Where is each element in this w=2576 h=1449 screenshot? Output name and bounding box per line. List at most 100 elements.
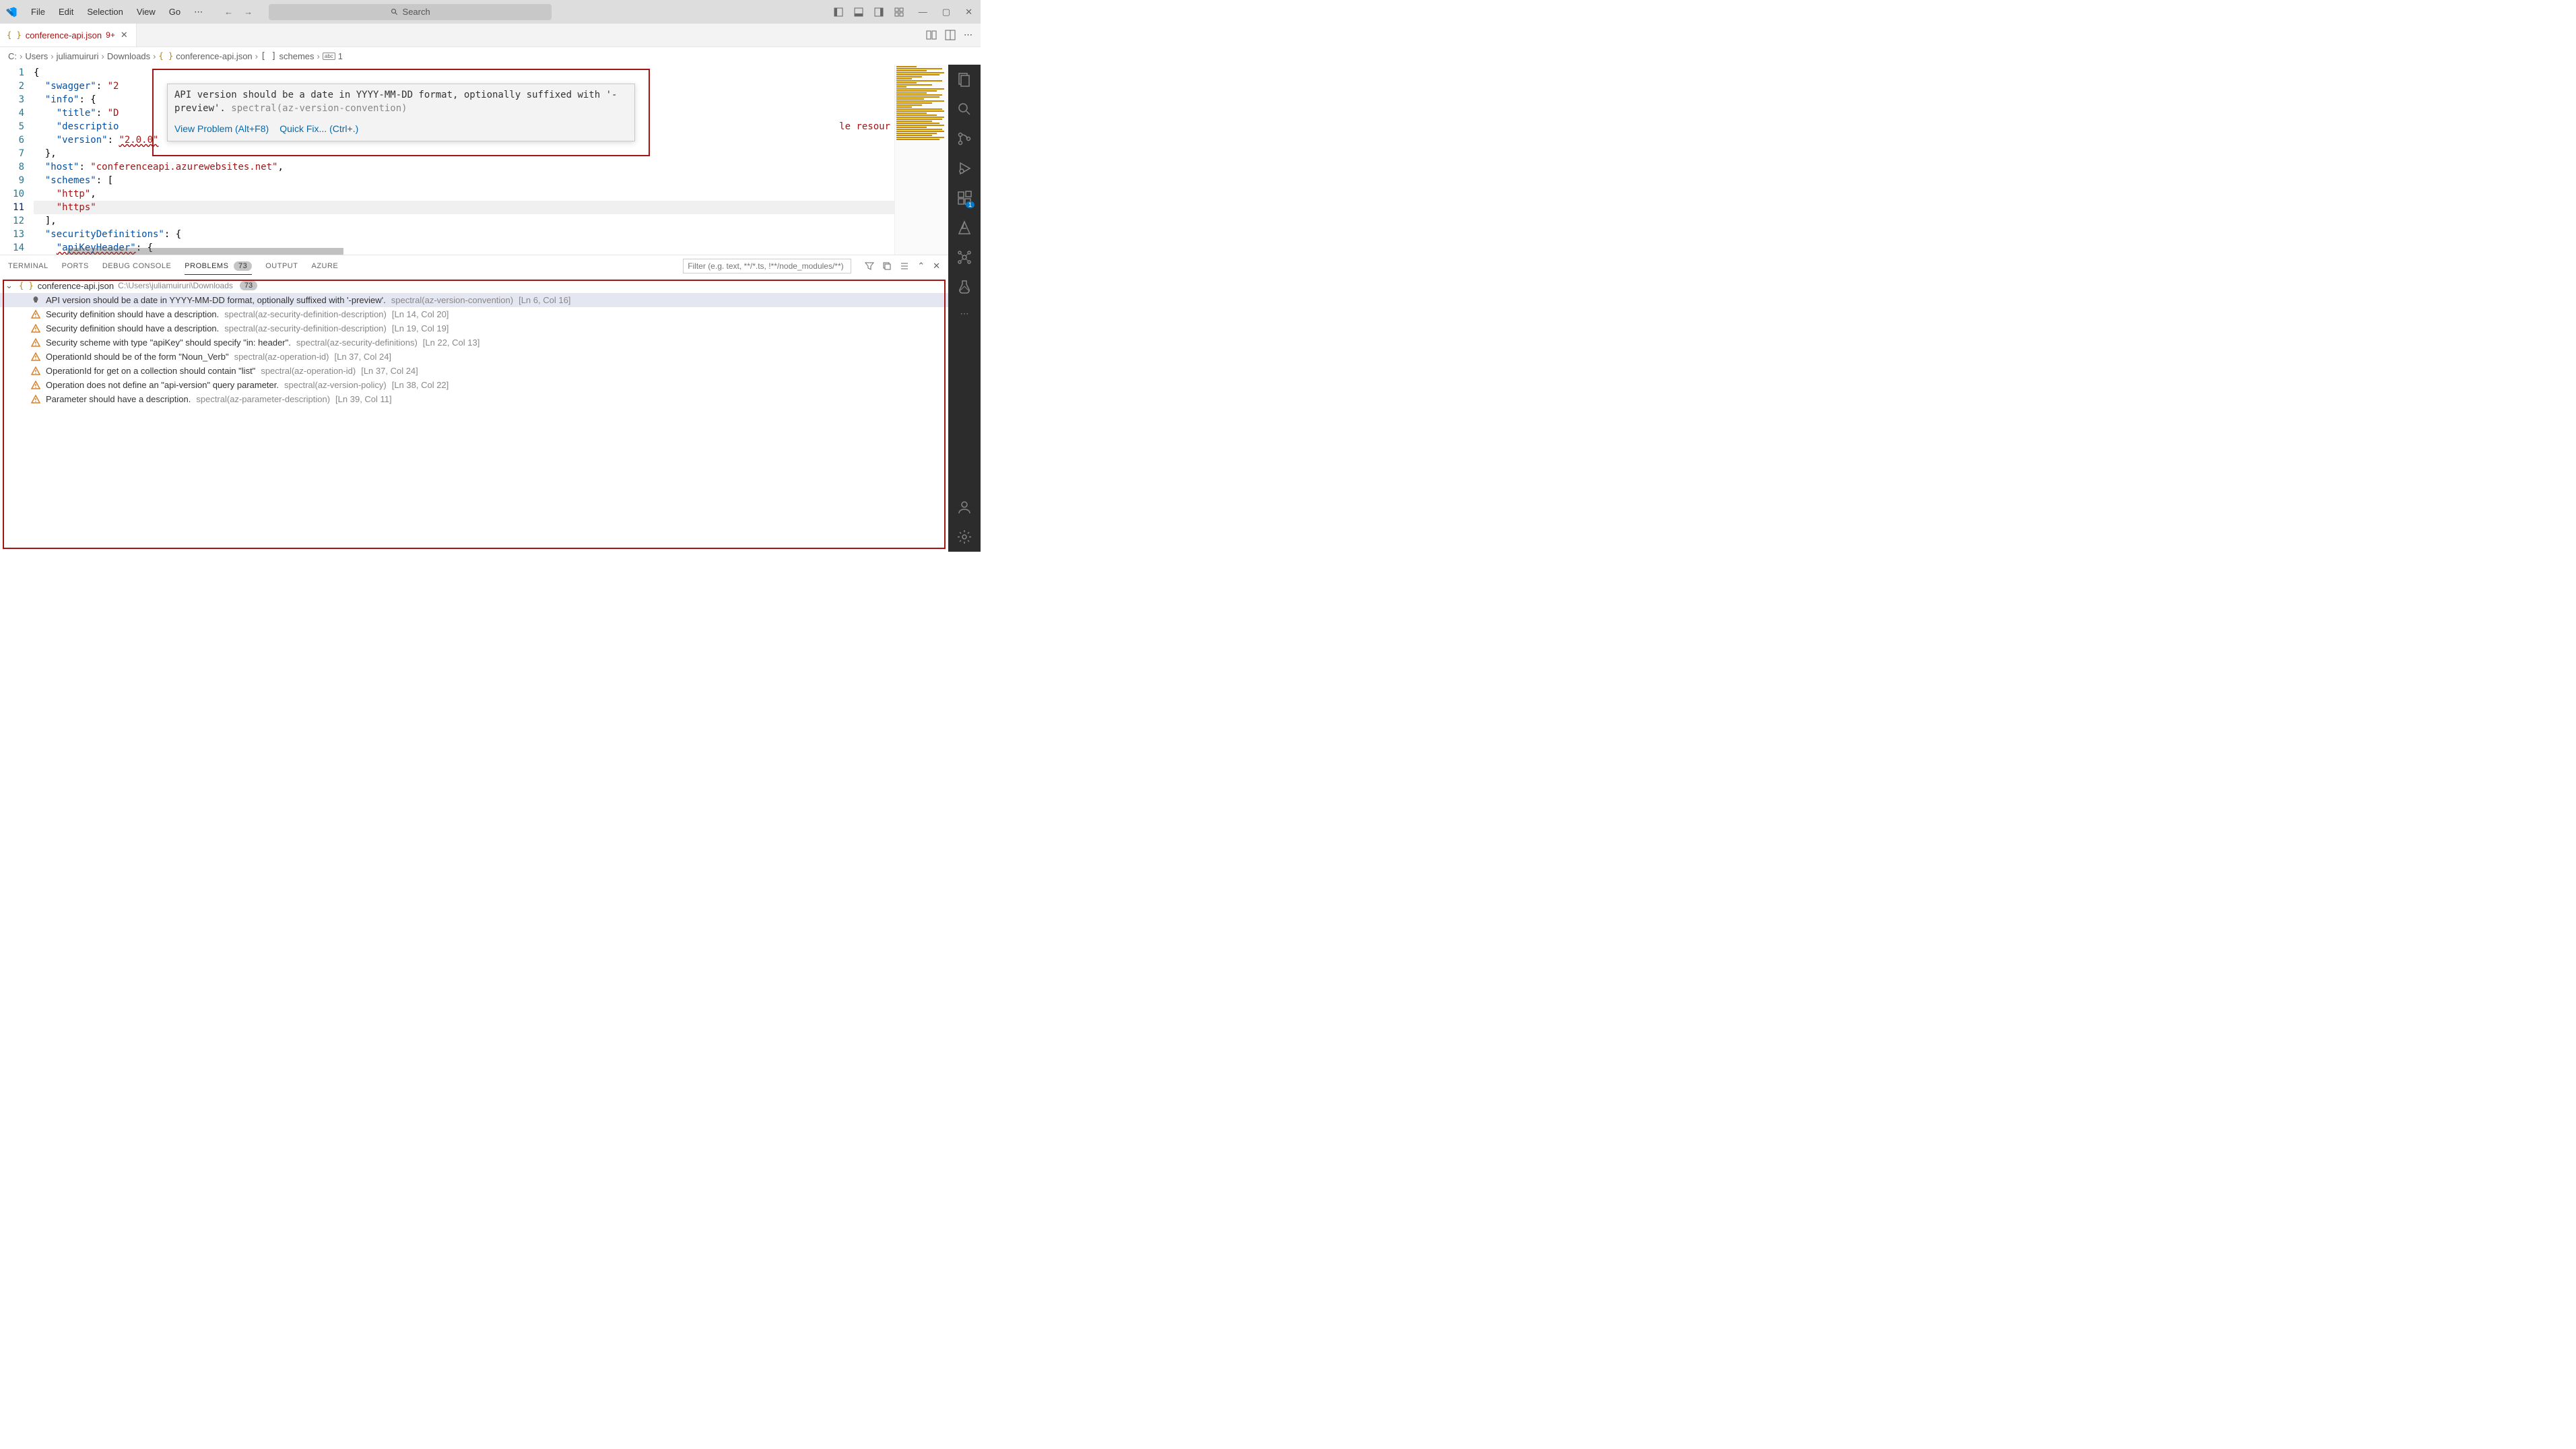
warning-icon	[31, 324, 40, 333]
panel-tab-terminal[interactable]: TERMINAL	[8, 258, 48, 274]
problem-source: spectral(az-version-policy)	[284, 380, 387, 390]
json-file-icon: { }	[19, 281, 34, 290]
tab-modified-badge: 9+	[106, 30, 115, 40]
hover-diagnostic-popup: API version should be a date in YYYY-MM-…	[167, 84, 635, 141]
problem-item[interactable]: Parameter should have a description.spec…	[0, 392, 948, 406]
compare-changes-icon[interactable]	[926, 30, 937, 40]
bottom-panel: TERMINAL PORTS DEBUG CONSOLE PROBLEMS 73…	[0, 255, 948, 552]
warning-icon	[31, 366, 40, 376]
more-views-icon[interactable]: ⋯	[960, 309, 969, 319]
problem-message: Security scheme with type "apiKey" shoul…	[46, 337, 291, 348]
problem-message: Security definition should have a descri…	[46, 323, 219, 333]
panel-close-icon[interactable]: ✕	[933, 261, 940, 271]
problem-location: [Ln 37, Col 24]	[334, 352, 391, 362]
nav-forward-button[interactable]: →	[241, 4, 255, 20]
window-minimize-button[interactable]: —	[916, 4, 930, 20]
layout-panel-bottom-icon[interactable]	[851, 5, 866, 20]
panel-tab-output[interactable]: OUTPUT	[265, 258, 298, 274]
activity-bar: 1 ⋯	[948, 65, 981, 552]
layout-customize-icon[interactable]	[892, 5, 906, 20]
panel-tab-debug-console[interactable]: DEBUG CONSOLE	[102, 258, 171, 274]
string-icon: abc	[323, 53, 335, 60]
explorer-icon[interactable]	[956, 71, 972, 88]
menu-view[interactable]: View	[131, 4, 161, 20]
panel-tab-azure[interactable]: AZURE	[311, 258, 338, 274]
problem-item[interactable]: OperationId should be of the form "Noun_…	[0, 350, 948, 364]
panel-tab-bar: TERMINAL PORTS DEBUG CONSOLE PROBLEMS 73…	[0, 255, 948, 277]
editor-more-icon[interactable]: ⋯	[964, 30, 972, 40]
file-problem-count-badge: 73	[240, 281, 257, 290]
view-problem-link[interactable]: View Problem (Alt+F8)	[174, 122, 269, 135]
problem-message: Operation does not define an "api-versio…	[46, 380, 279, 390]
layout-panel-right-icon[interactable]	[871, 5, 886, 20]
tab-conference-api[interactable]: { } conference-api.json 9+ ✕	[0, 24, 137, 46]
menu-selection[interactable]: Selection	[81, 4, 128, 20]
window-close-button[interactable]: ✕	[962, 4, 975, 20]
problem-item[interactable]: Operation does not define an "api-versio…	[0, 378, 948, 392]
problem-source: spectral(az-security-definitions)	[296, 337, 418, 348]
problem-location: [Ln 6, Col 16]	[519, 295, 570, 305]
search-icon	[391, 8, 399, 16]
window-maximize-button[interactable]: ▢	[939, 4, 953, 20]
api-icon[interactable]	[956, 249, 972, 265]
tab-close-button[interactable]: ✕	[119, 28, 129, 42]
horizontal-scrollbar[interactable]	[67, 248, 343, 255]
panel-tab-problems[interactable]: PROBLEMS 73	[185, 258, 252, 275]
accounts-icon[interactable]	[956, 499, 972, 515]
problem-item[interactable]: Security definition should have a descri…	[0, 307, 948, 321]
view-as-list-icon[interactable]	[900, 261, 909, 271]
extensions-icon[interactable]: 1	[956, 190, 972, 206]
hover-source: spectral(az-version-convention)	[231, 103, 407, 114]
problem-item[interactable]: Security scheme with type "apiKey" shoul…	[0, 335, 948, 350]
layout-panel-left-icon[interactable]	[831, 5, 846, 20]
problem-item[interactable]: OperationId for get on a collection shou…	[0, 364, 948, 378]
menu-more-icon[interactable]: ⋯	[189, 4, 208, 20]
problem-message: Parameter should have a description.	[46, 394, 191, 404]
source-control-icon[interactable]	[956, 131, 972, 147]
problem-item[interactable]: API version should be a date in YYYY-MM-…	[0, 293, 948, 307]
warning-icon	[31, 395, 40, 404]
warning-icon	[31, 381, 40, 390]
panel-tab-ports[interactable]: PORTS	[62, 258, 89, 274]
problem-source: spectral(az-security-definition-descript…	[224, 323, 387, 333]
code-editor[interactable]: 1234567891011121314 { "swagger": "2 "inf…	[0, 65, 948, 255]
menu-go[interactable]: Go	[164, 4, 186, 20]
editor-tabs: { } conference-api.json 9+ ✕ ⋯	[0, 24, 981, 47]
search-icon[interactable]	[956, 101, 972, 117]
problem-location: [Ln 39, Col 11]	[335, 394, 392, 404]
minimap[interactable]	[894, 65, 948, 255]
quick-fix-link[interactable]: Quick Fix... (Ctrl+.)	[279, 122, 358, 135]
warning-icon	[31, 352, 40, 362]
title-bar: File Edit Selection View Go ⋯ ← → Search…	[0, 0, 981, 24]
lightbulb-icon	[31, 296, 40, 305]
filter-icon[interactable]	[865, 261, 874, 271]
warning-icon	[31, 338, 40, 348]
problem-message: API version should be a date in YYYY-MM-…	[46, 295, 386, 305]
search-placeholder: Search	[403, 7, 430, 17]
breadcrumb[interactable]: C:› Users› juliamuiruri› Downloads› { } …	[0, 47, 981, 65]
split-editor-icon[interactable]	[945, 30, 956, 40]
azure-icon[interactable]	[956, 220, 972, 236]
problems-list: ⌄ { } conference-api.json C:\Users\julia…	[0, 277, 948, 552]
collapse-all-icon[interactable]	[882, 261, 892, 271]
problems-filter-input[interactable]	[683, 259, 851, 273]
problem-message: Security definition should have a descri…	[46, 309, 219, 319]
nav-back-button[interactable]: ←	[222, 4, 236, 20]
problem-item[interactable]: Security definition should have a descri…	[0, 321, 948, 335]
problem-location: [Ln 37, Col 24]	[361, 366, 418, 376]
run-debug-icon[interactable]	[956, 160, 972, 176]
tab-label: conference-api.json	[26, 30, 102, 40]
panel-maximize-icon[interactable]: ⌃	[917, 261, 925, 271]
menu-edit[interactable]: Edit	[53, 4, 79, 20]
chevron-down-icon: ⌄	[5, 280, 15, 291]
problem-source: spectral(az-operation-id)	[234, 352, 329, 362]
problems-file-row[interactable]: ⌄ { } conference-api.json C:\Users\julia…	[0, 278, 948, 293]
settings-gear-icon[interactable]	[956, 529, 972, 545]
command-center-search[interactable]: Search	[269, 4, 552, 20]
problem-message: OperationId should be of the form "Noun_…	[46, 352, 229, 362]
problem-message: OperationId for get on a collection shou…	[46, 366, 255, 376]
problems-count-badge: 73	[234, 261, 252, 271]
problem-location: [Ln 22, Col 13]	[423, 337, 480, 348]
testing-icon[interactable]	[956, 279, 972, 295]
menu-file[interactable]: File	[26, 4, 51, 20]
